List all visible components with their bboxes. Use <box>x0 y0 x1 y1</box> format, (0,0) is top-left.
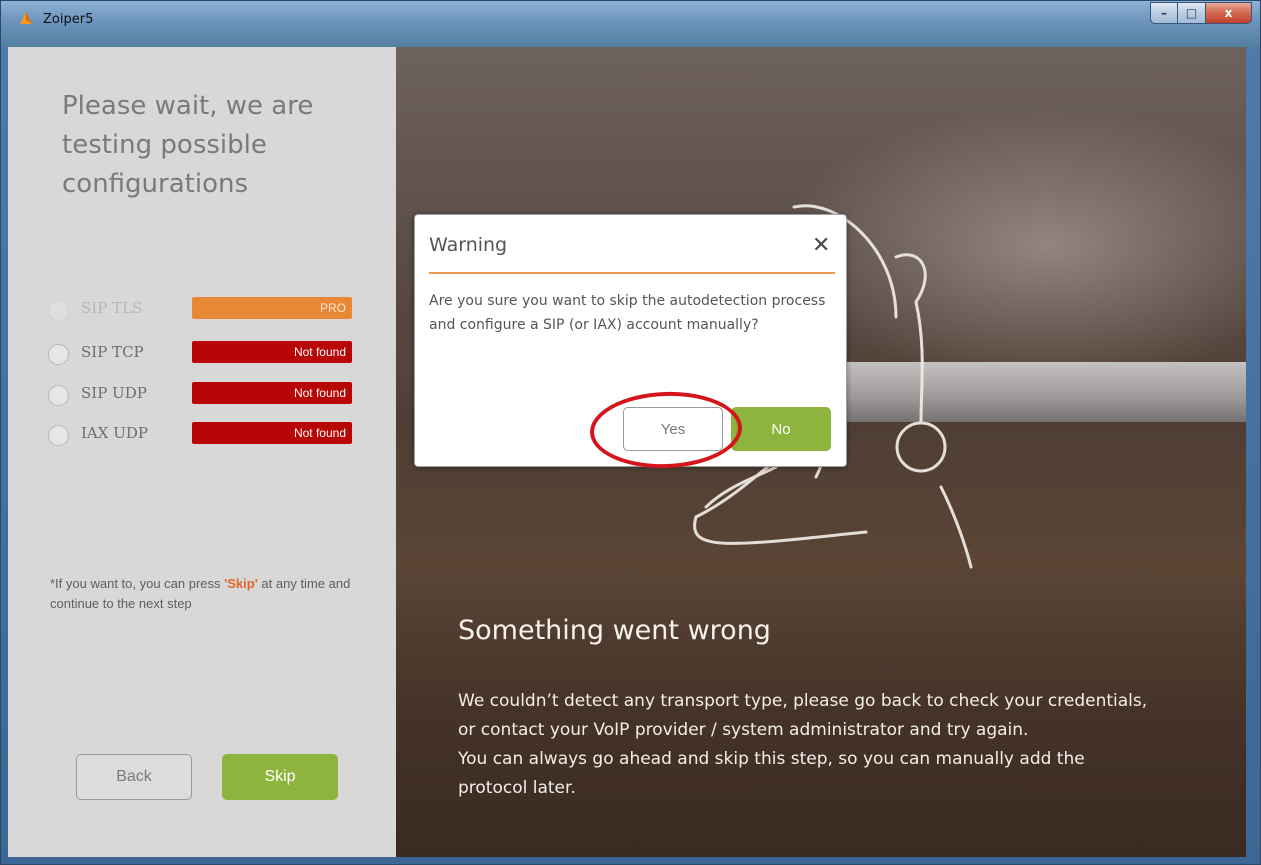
maximize-button[interactable]: □ <box>1178 2 1206 24</box>
config-test-panel: Please wait, we are testing possible con… <box>8 47 396 857</box>
radio-button[interactable] <box>48 385 69 406</box>
protocol-label: SIP TLS <box>81 299 143 317</box>
skip-hint-prefix: *If you want to, you can press <box>50 576 225 591</box>
error-title: Something went wrong <box>458 615 771 646</box>
no-button[interactable]: No <box>731 407 831 451</box>
title-bar[interactable]: Zoiper5 – □ x <box>1 1 1260 47</box>
protocol-label: SIP UDP <box>81 384 147 402</box>
protocol-row-sip-udp: SIP UDP Not found <box>48 382 368 408</box>
radio-button[interactable] <box>48 425 69 446</box>
close-icon[interactable]: ✕ <box>812 233 830 258</box>
dialog-title: Warning <box>429 234 508 256</box>
window-title: Zoiper5 <box>43 12 94 27</box>
protocol-label: SIP TCP <box>81 343 144 361</box>
zoiper-logo-icon <box>20 12 32 24</box>
radio-button[interactable] <box>48 344 69 365</box>
page-title: Please wait, we are testing possible con… <box>62 91 314 199</box>
skip-button[interactable]: Skip <box>222 754 338 800</box>
warning-dialog: Warning ✕ Are you sure you want to skip … <box>414 214 847 467</box>
status-badge: Not found <box>192 382 352 404</box>
dialog-divider <box>429 272 835 274</box>
dialog-message: Are you sure you want to skip the autode… <box>429 293 826 333</box>
skip-hint: *If you want to, you can press 'Skip' at… <box>50 574 370 614</box>
error-line-2: You can always go ahead and skip this st… <box>458 749 1085 798</box>
skip-hint-keyword: Skip <box>227 576 255 591</box>
protocol-row-sip-tcp: SIP TCP Not found <box>48 341 368 367</box>
error-line-1: We couldn’t detect any transport type, p… <box>458 691 1148 740</box>
window-controls: – □ x <box>1150 2 1252 26</box>
minimize-button[interactable]: – <box>1150 2 1178 24</box>
status-badge: Not found <box>192 422 352 444</box>
close-window-button[interactable]: x <box>1206 2 1252 24</box>
radio-button[interactable] <box>48 300 69 321</box>
yes-button[interactable]: Yes <box>623 407 723 451</box>
status-badge: PRO <box>192 297 352 319</box>
error-description: We couldn’t detect any transport type, p… <box>458 687 1158 803</box>
back-button[interactable]: Back <box>76 754 192 800</box>
status-badge: Not found <box>192 341 352 363</box>
protocol-label: IAX UDP <box>81 424 148 442</box>
protocol-row-sip-tls: SIP TLS PRO <box>48 297 368 323</box>
protocol-row-iax-udp: IAX UDP Not found <box>48 422 368 448</box>
